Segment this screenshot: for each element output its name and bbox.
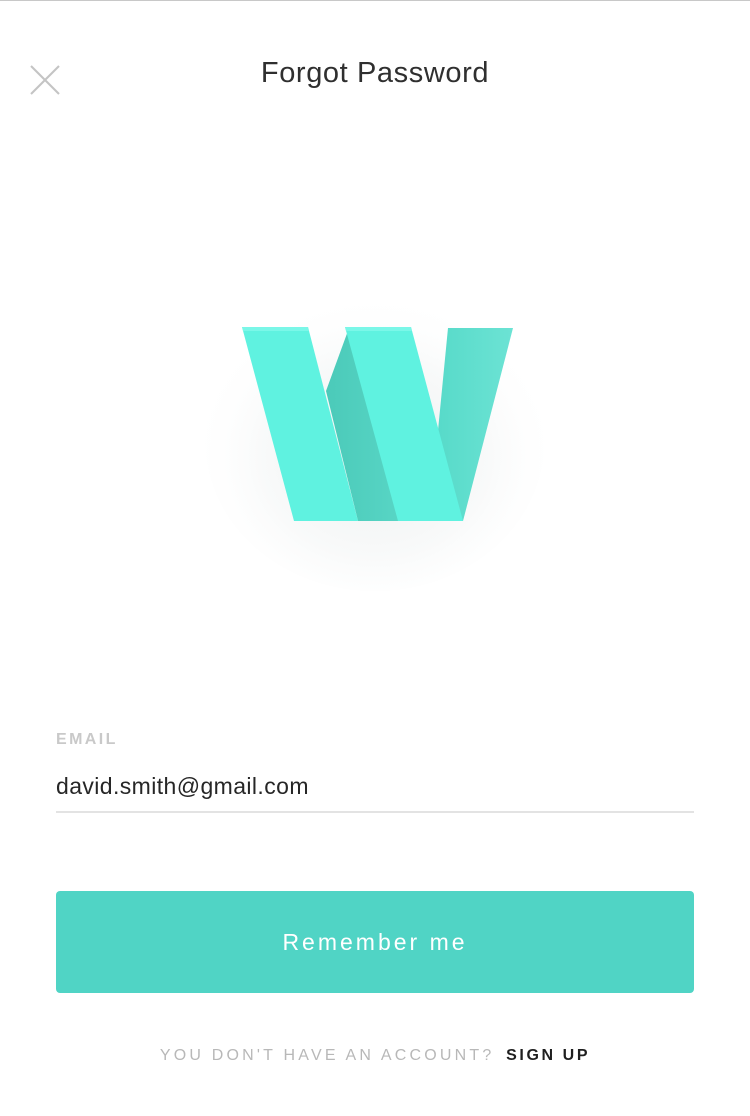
signup-prompt: YOU DON'T HAVE AN ACCOUNT? SIGN UP [0, 1047, 750, 1065]
email-input[interactable] [56, 771, 694, 813]
page-title: Forgot Password [260, 57, 490, 89]
email-label: EMAIL [56, 731, 118, 748]
email-form: EMAIL [56, 731, 694, 813]
brand-w-logo-icon [195, 271, 555, 591]
signup-prompt-text: YOU DON'T HAVE AN ACCOUNT? [159, 1047, 495, 1064]
forgot-password-screen: Forgot Password EMAIL david.smith@gmail.… [0, 0, 750, 1116]
remember-me-button[interactable]: Remember me [56, 891, 694, 993]
sign-up-link[interactable]: SIGN UP [506, 1047, 590, 1064]
